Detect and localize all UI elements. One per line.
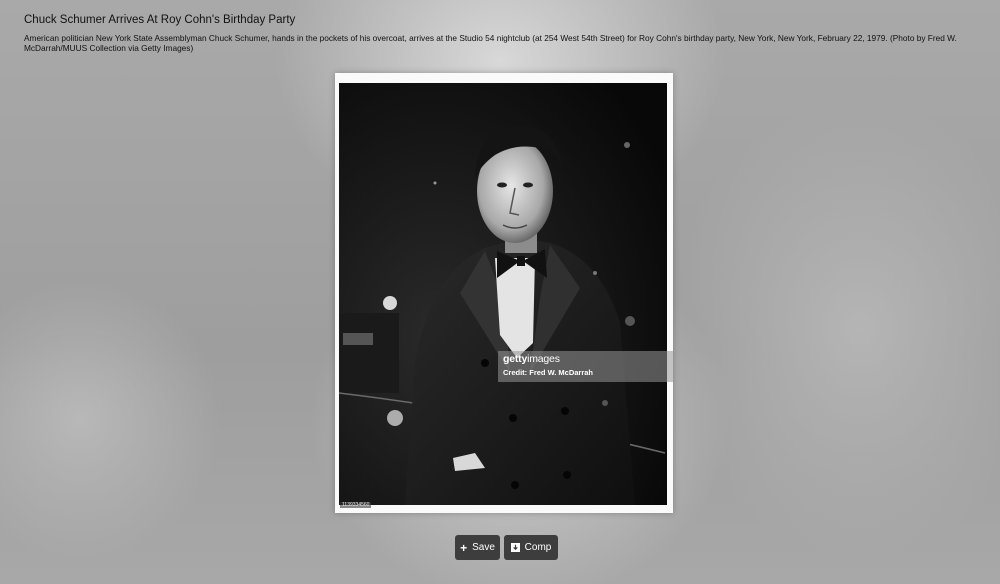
comp-button[interactable]: Comp xyxy=(504,535,558,560)
photo xyxy=(335,73,673,513)
download-icon xyxy=(510,543,520,552)
save-button[interactable]: + Save xyxy=(455,535,500,560)
asset-id: 1139334560 xyxy=(340,502,372,508)
plus-icon: + xyxy=(460,540,468,555)
getty-images-logo: gettyimages xyxy=(503,353,560,365)
photo-image xyxy=(338,83,667,505)
comp-label: Comp xyxy=(524,542,552,553)
photo-caption: American politician New York State Assem… xyxy=(24,33,957,53)
page-title: Chuck Schumer Arrives At Roy Cohn's Birt… xyxy=(24,14,296,26)
photo-credit: Credit: Fred W. McDarrah xyxy=(503,368,594,377)
save-label: Save xyxy=(472,542,495,553)
